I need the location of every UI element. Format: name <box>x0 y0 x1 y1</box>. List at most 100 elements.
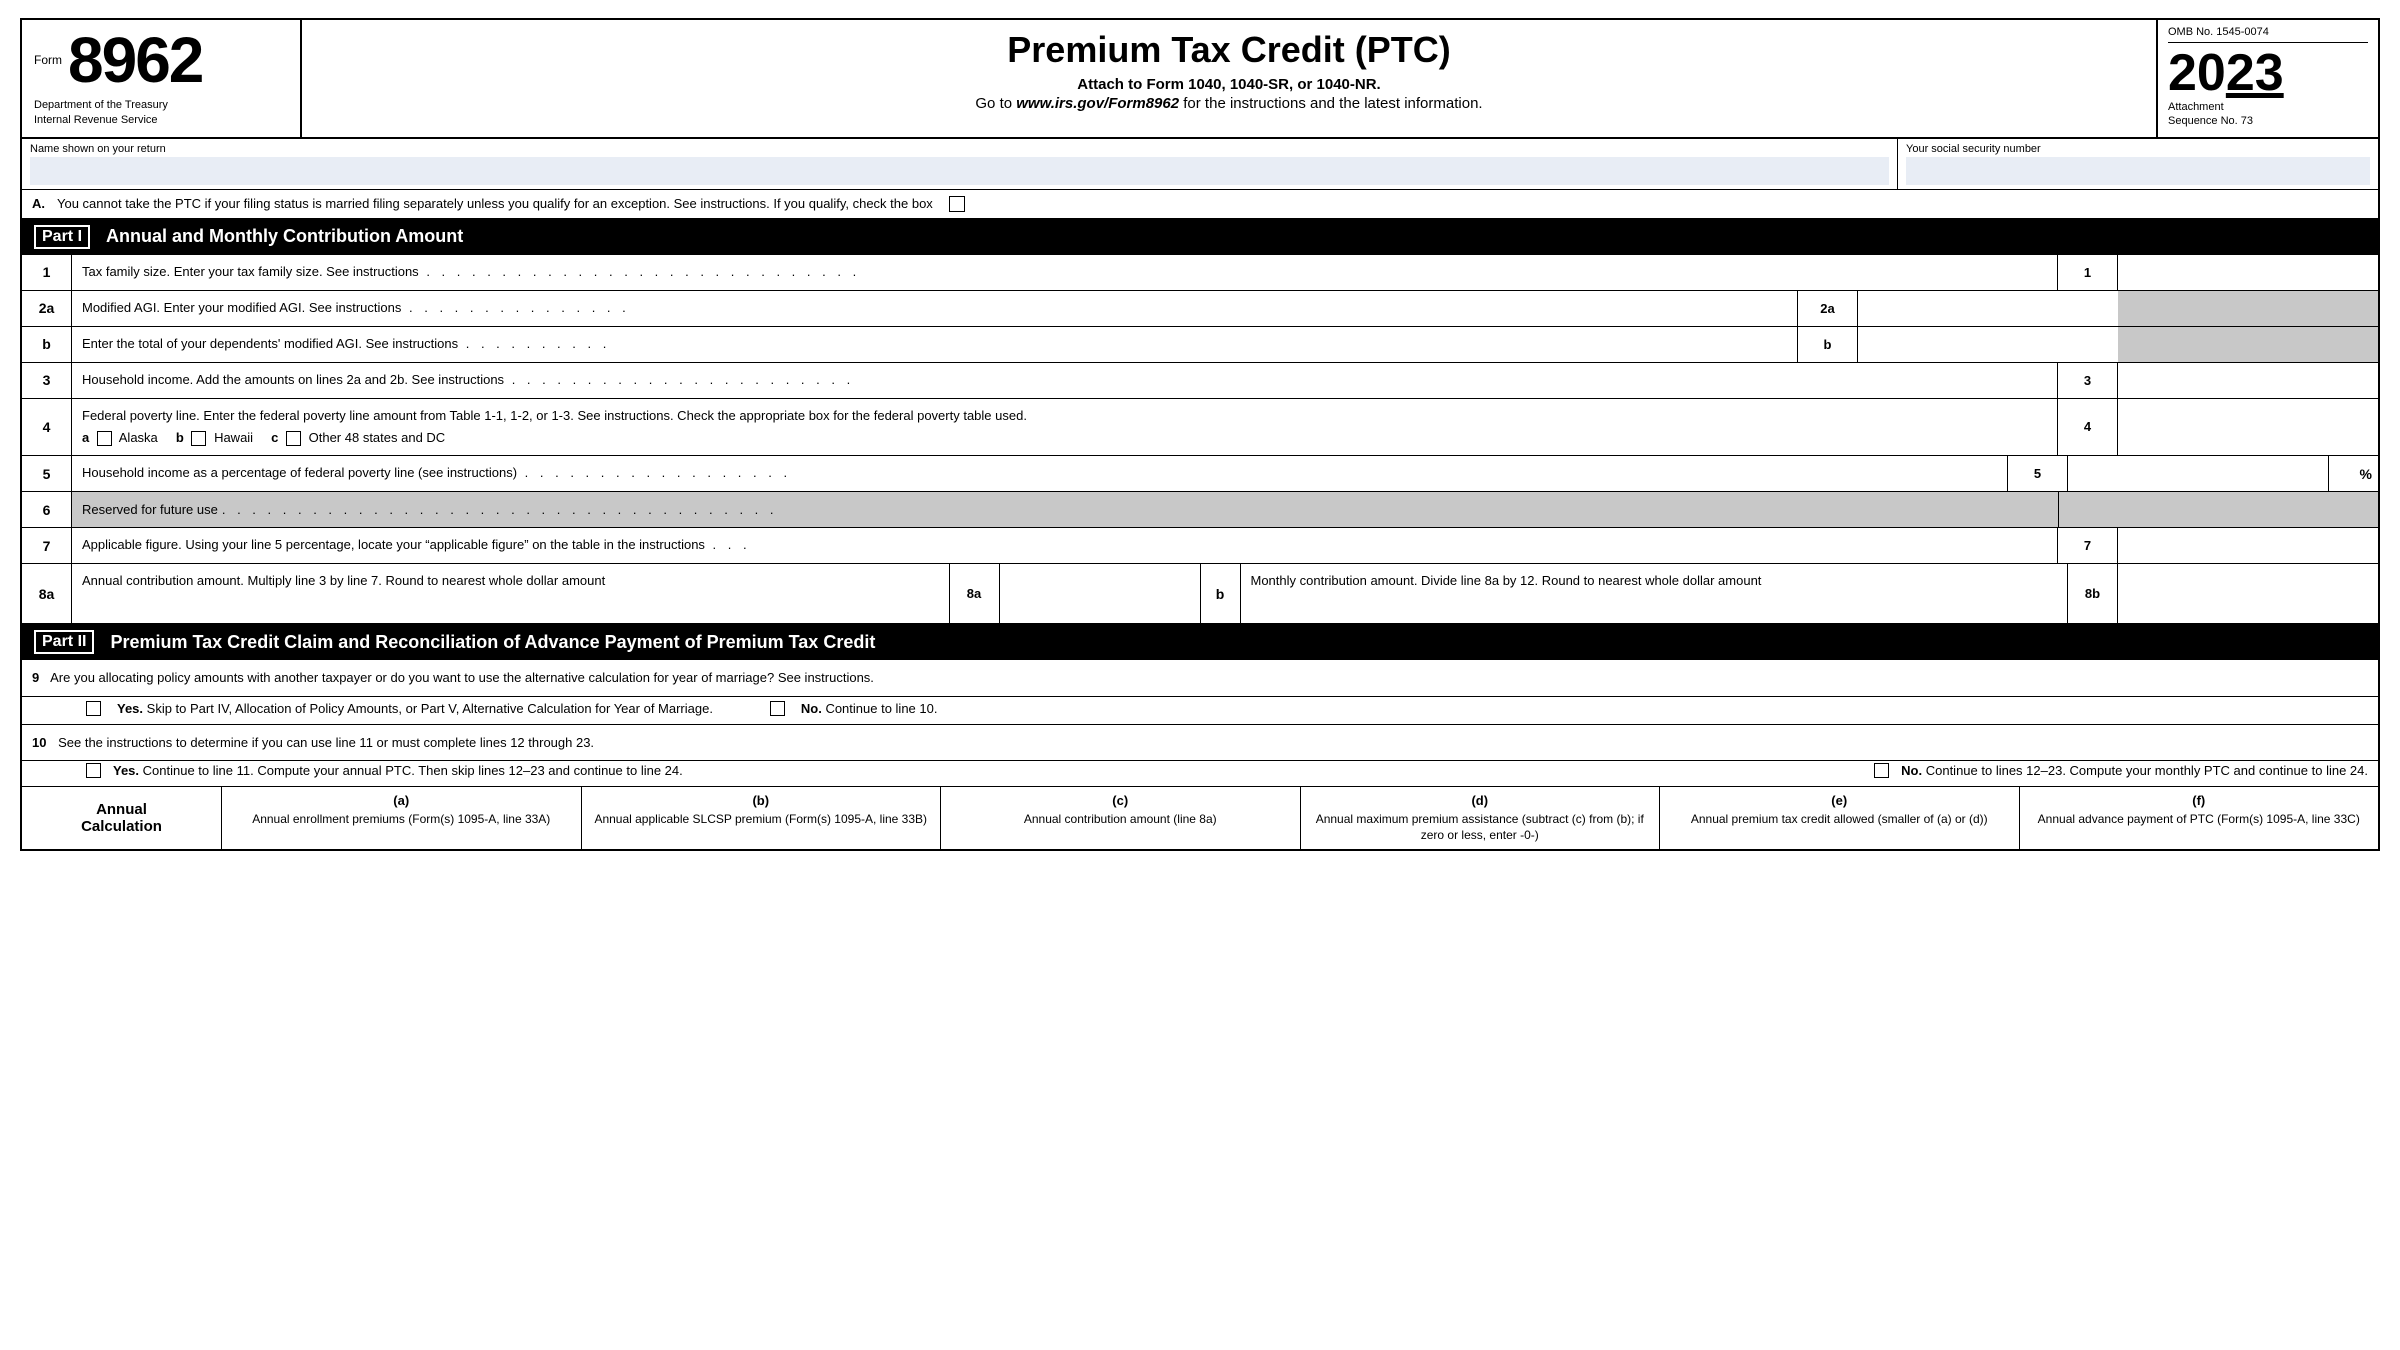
line-3-ref: 3 <box>2058 363 2118 398</box>
line-3-row: 3 Household income. Add the amounts on l… <box>22 363 2378 399</box>
line-7-desc: Applicable figure. Using your line 5 per… <box>72 528 2058 563</box>
line-6-shaded-desc: Reserved for future use . . . . . . . . … <box>72 492 2058 527</box>
line-4b-checkbox[interactable] <box>191 431 206 446</box>
line-9-question: 9 Are you allocating policy amounts with… <box>22 660 2378 697</box>
line-7-number: 7 <box>22 528 72 563</box>
line-10-yes-checkbox[interactable] <box>86 763 101 778</box>
dept-text: Department of the Treasury Internal Reve… <box>34 98 288 129</box>
th-col-d: (d) Annual maximum premium assistance (s… <box>1301 787 1661 849</box>
section-a-label: A. <box>32 196 45 211</box>
line-2a-row: 2a Modified AGI. Enter your modified AGI… <box>22 291 2378 327</box>
line-6-right-shaded <box>2058 492 2378 527</box>
line-10-no-item: No. Continue to lines 12–23. Compute you… <box>1870 763 2368 778</box>
line-9-no-note: Continue to line 10. <box>825 701 937 716</box>
line-4-desc: Federal poverty line. Enter the federal … <box>72 399 2058 455</box>
line-9-yes-label: Yes. <box>117 701 143 716</box>
th-col-e: (e) Annual premium tax credit allowed (s… <box>1660 787 2020 849</box>
section-a: A. You cannot take the PTC if your filin… <box>20 190 2380 219</box>
line-9-desc: Are you allocating policy amounts with a… <box>50 670 874 685</box>
line-8a-ref: 8a <box>950 564 1000 623</box>
line-9-yes-note: Skip to Part IV, Allocation of Policy Am… <box>147 701 713 716</box>
line-8b-input[interactable] <box>2118 564 2378 623</box>
th-col-b-title: Annual applicable SLCSP premium (Form(s)… <box>594 812 927 826</box>
name-ssn-row: Name shown on your return Your social se… <box>20 139 2380 190</box>
line-4-ref: 4 <box>2058 399 2118 455</box>
line-3-desc: Household income. Add the amounts on lin… <box>72 363 2058 398</box>
line-2b-ref: b <box>1798 327 1858 362</box>
part2-section: 9 Are you allocating policy amounts with… <box>20 660 2380 787</box>
th-col-f-title: Annual advance payment of PTC (Form(s) 1… <box>2038 812 2360 826</box>
line-2a-number: 2a <box>22 291 72 326</box>
name-input[interactable] <box>30 157 1889 185</box>
line-1-number: 1 <box>22 255 72 290</box>
line-1-desc: Tax family size. Enter your tax family s… <box>72 255 2058 290</box>
line-10-yes-no: Yes. Continue to line 11. Compute your a… <box>22 761 2378 787</box>
line-10-no-note: Continue to lines 12–23. Compute your mo… <box>1926 763 2368 778</box>
part1-section: 1 Tax family size. Enter your tax family… <box>20 255 2380 624</box>
header-right: OMB No. 1545-0074 2023 Attachment Sequen… <box>2158 20 2378 137</box>
th-col-e-title: Annual premium tax credit allowed (small… <box>1691 812 1988 826</box>
line-5-percent: % <box>2328 456 2378 491</box>
line-4-input[interactable] <box>2118 399 2378 455</box>
line-8a-left: 8a Annual contribution amount. Multiply … <box>22 564 1201 623</box>
line-2b-number: b <box>22 327 72 362</box>
line-9-no-checkbox[interactable] <box>770 701 785 716</box>
line-5-number: 5 <box>22 456 72 491</box>
line-5-input[interactable] <box>2068 456 2328 491</box>
line-4-row: 4 Federal poverty line. Enter the federa… <box>22 399 2378 456</box>
line-8b-ref: 8b <box>2068 564 2118 623</box>
header-left: Form 8962 Department of the Treasury Int… <box>22 20 302 137</box>
table-header: Annual Calculation (a) Annual enrollment… <box>20 787 2380 851</box>
attach-line: Attach to Form 1040, 1040-SR, or 1040-NR… <box>322 76 2136 93</box>
line-8a-input[interactable] <box>1000 564 1200 623</box>
attachment-label: Attachment <box>2168 101 2368 113</box>
line-7-input[interactable] <box>2118 528 2378 563</box>
line-9-yes-checkbox[interactable] <box>86 701 101 716</box>
form-number-block: Form 8962 <box>34 28 288 92</box>
line-10-number: 10 <box>32 735 46 750</box>
line-10-no-checkbox[interactable] <box>1874 763 1889 778</box>
th-annual-calc: Annual Calculation <box>22 787 222 849</box>
line-4c-checkbox[interactable] <box>286 431 301 446</box>
line-3-input[interactable] <box>2118 363 2378 398</box>
section-a-checkbox[interactable] <box>949 196 965 212</box>
form-header: Form 8962 Department of the Treasury Int… <box>20 18 2380 139</box>
line-4-number: 4 <box>22 399 72 455</box>
header-center: Premium Tax Credit (PTC) Attach to Form … <box>302 20 2158 137</box>
th-col-b: (b) Annual applicable SLCSP premium (For… <box>582 787 942 849</box>
form-title: Premium Tax Credit (PTC) <box>322 30 2136 70</box>
line-2a-shaded <box>2118 291 2378 326</box>
line-4a-checkbox[interactable] <box>97 431 112 446</box>
line-10-no-label: No. <box>1901 763 1922 778</box>
ssn-field: Your social security number <box>1898 139 2378 189</box>
th-col-a-title: Annual enrollment premiums (Form(s) 1095… <box>252 812 550 826</box>
line-10-question: 10 See the instructions to determine if … <box>22 725 2378 762</box>
part1-label: Part I <box>34 225 90 249</box>
part1-header: Part I Annual and Monthly Contribution A… <box>20 219 2380 255</box>
line-2a-desc: Modified AGI. Enter your modified AGI. S… <box>72 291 1798 326</box>
th-col-c-title: Annual contribution amount (line 8a) <box>1024 812 1217 826</box>
line-1-ref: 1 <box>2058 255 2118 290</box>
line-2b-input[interactable] <box>1858 327 2118 362</box>
form-label: Form <box>34 53 62 67</box>
line-10-yes-note: Continue to line 11. Compute your annual… <box>143 763 683 778</box>
line-9-yes-no: Yes. Skip to Part IV, Allocation of Poli… <box>22 697 2378 725</box>
th-col-a: (a) Annual enrollment premiums (Form(s) … <box>222 787 582 849</box>
website-line: Go to www.irs.gov/Form8962 for the instr… <box>322 95 2136 112</box>
line-5-desc: Household income as a percentage of fede… <box>72 456 2008 491</box>
name-label: Name shown on your return <box>30 143 1889 155</box>
sequence-number: Sequence No. 73 <box>2168 115 2368 127</box>
line-6-row: 6 Reserved for future use . . . . . . . … <box>22 492 2378 528</box>
line-1-input[interactable] <box>2118 255 2378 290</box>
line-2b-shaded <box>2118 327 2378 362</box>
th-col-c: (c) Annual contribution amount (line 8a) <box>941 787 1301 849</box>
line-3-number: 3 <box>22 363 72 398</box>
line-10-desc: See the instructions to determine if you… <box>58 735 594 750</box>
line-2b-desc: Enter the total of your dependents' modi… <box>72 327 1798 362</box>
ssn-input[interactable] <box>1906 157 2370 185</box>
line-8a-desc: Annual contribution amount. Multiply lin… <box>72 564 950 623</box>
line-2a-input[interactable] <box>1858 291 2118 326</box>
th-col-f: (f) Annual advance payment of PTC (Form(… <box>2020 787 2379 849</box>
line-6-number: 6 <box>22 492 72 527</box>
line-2b-row: b Enter the total of your dependents' mo… <box>22 327 2378 363</box>
